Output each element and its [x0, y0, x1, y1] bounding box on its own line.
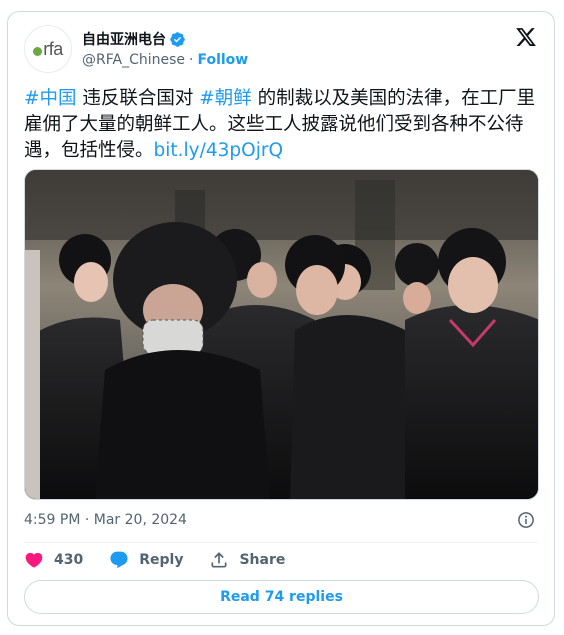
- account-name[interactable]: 自由亚洲电台: [82, 29, 166, 49]
- tweet-link[interactable]: bit.ly/43pOjrQ: [154, 140, 284, 161]
- tweet-text-part-1: 违反联合国对: [76, 88, 200, 109]
- x-logo-icon[interactable]: [515, 26, 537, 48]
- tweet-photo[interactable]: [24, 169, 539, 500]
- info-icon[interactable]: [517, 511, 535, 529]
- heart-icon: [25, 552, 43, 568]
- share-icon: [211, 552, 227, 568]
- follow-button[interactable]: Follow: [197, 52, 248, 68]
- handle-separator: ·: [189, 52, 194, 68]
- account-name-row: 自由亚洲电台: [82, 29, 186, 49]
- handle-row: @RFA_Chinese · Follow: [82, 52, 248, 68]
- avatar-logo-text: rfa: [43, 38, 63, 59]
- reply-label: Reply: [139, 552, 184, 568]
- reply-bubble-icon: [110, 551, 128, 569]
- share-action[interactable]: Share: [209, 550, 285, 570]
- verified-badge-icon: [170, 31, 185, 47]
- hashtag-north-korea[interactable]: #朝鲜: [199, 88, 252, 109]
- like-button[interactable]: 430: [24, 550, 83, 570]
- account-handle[interactable]: @RFA_Chinese: [82, 52, 185, 68]
- tweet-timestamp[interactable]: 4:59 PM · Mar 20, 2024: [24, 512, 187, 528]
- tweet-text: #中国 违反联合国对 #朝鲜 的制裁以及美国的法律，在工厂里雇佣了大量的朝鲜工人…: [24, 86, 539, 164]
- like-count: 430: [54, 552, 84, 568]
- tweet-card: rfa 自由亚洲电台 @RFA_Chinese · Follow #中国 违反联…: [7, 11, 555, 626]
- avatar-logo-dot: [33, 46, 43, 56]
- read-replies-button[interactable]: Read 74 replies: [24, 580, 539, 614]
- hashtag-china[interactable]: #中国: [24, 88, 77, 109]
- share-label: Share: [239, 552, 286, 568]
- divider: [24, 542, 538, 543]
- reply-action[interactable]: Reply: [109, 550, 183, 570]
- avatar[interactable]: rfa: [24, 25, 72, 73]
- action-bar: 430 Reply Share: [24, 550, 311, 570]
- photo-illustration: [25, 170, 538, 499]
